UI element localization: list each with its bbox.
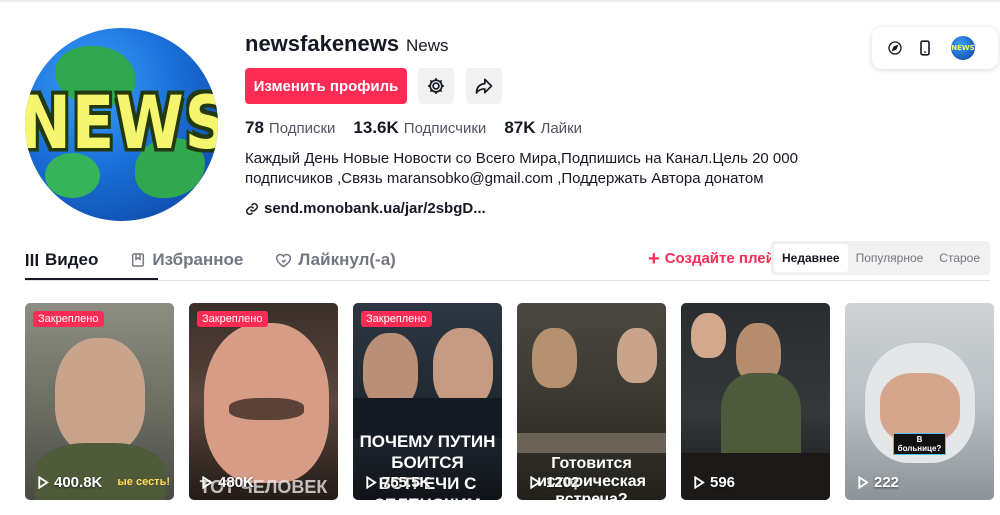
compass-icon xyxy=(888,41,902,55)
view-count-text: 222 xyxy=(874,474,900,491)
view-count-text: 755.5K xyxy=(382,474,431,491)
stat-label: Подписчики xyxy=(403,120,487,137)
sort-recent[interactable]: Недавнее xyxy=(774,244,848,272)
grid-icon xyxy=(26,254,38,266)
view-count-text: 480K xyxy=(218,474,254,491)
profile-menu-button[interactable]: NEWS xyxy=(948,33,978,63)
profile-bio: Каждый День Новые Новости со Всего Мира,… xyxy=(245,149,805,189)
discover-button[interactable] xyxy=(880,33,910,63)
stat-label: Подписки xyxy=(268,120,336,137)
pinned-badge: Закреплено xyxy=(197,311,268,327)
sort-oldest[interactable]: Старое xyxy=(931,244,988,272)
top-divider xyxy=(0,0,1000,2)
video-thumbnail-face xyxy=(691,313,726,358)
video-thumbnail-body xyxy=(721,373,801,463)
play-icon xyxy=(530,476,541,489)
profile-username: newsfakenews xyxy=(245,31,400,56)
bookmark-icon xyxy=(132,253,145,267)
play-icon xyxy=(202,476,213,489)
edit-profile-button[interactable]: Изменить профиль xyxy=(245,68,407,104)
view-count: 755.5K xyxy=(365,474,430,491)
tab-liked[interactable]: Лайкнул(-а) xyxy=(275,244,396,276)
profile-nickname: News xyxy=(406,36,449,55)
play-icon xyxy=(38,476,49,489)
settings-button[interactable] xyxy=(418,68,454,104)
view-count: 400.8K xyxy=(37,474,102,491)
video-thumbnail-face xyxy=(363,333,418,408)
video-card[interactable]: В больнице? 222 xyxy=(845,303,994,500)
pinned-badge: Закреплено xyxy=(33,311,104,327)
video-card[interactable]: 596 xyxy=(681,303,830,500)
play-icon xyxy=(366,476,377,489)
view-count-text: 596 xyxy=(710,474,736,491)
gear-icon xyxy=(428,78,444,94)
device-button[interactable] xyxy=(910,33,940,63)
mini-avatar-text: NEWS xyxy=(951,44,975,52)
bio-line: Каждый День Новые Новости со Всего Мира,… xyxy=(245,150,798,167)
video-grid: Закреплено ые сесть! 400.8K Закреплено Т… xyxy=(25,303,1000,500)
profile-avatar[interactable]: NEWS xyxy=(25,28,218,221)
tab-divider xyxy=(25,280,990,281)
profile-stats: 78 Подписки 13.6K Подписчики 87K Лайки xyxy=(245,118,600,138)
phone-icon xyxy=(920,40,930,56)
video-thumbnail-table xyxy=(517,433,666,453)
video-card[interactable]: Закреплено ТОТ ЧЕЛОВЕК 480K xyxy=(189,303,338,500)
view-count: 1202 xyxy=(529,474,579,491)
video-card[interactable]: Закреплено ые сесть! 400.8K xyxy=(25,303,174,500)
video-thumbnail-mustache xyxy=(229,398,304,420)
video-thumbnail-face xyxy=(617,328,657,383)
stat-followers[interactable]: 13.6K Подписчики xyxy=(353,118,486,138)
stat-number: 87K xyxy=(504,118,536,137)
top-right-actions: NEWS xyxy=(872,27,998,69)
video-thumbnail-body xyxy=(35,443,165,500)
video-card[interactable]: Готовится историческая встреча? 1202 xyxy=(517,303,666,500)
sort-switcher: Недавнее Популярное Старое xyxy=(771,241,990,275)
stat-likes: 87K Лайки xyxy=(504,118,582,138)
stat-label: Лайки xyxy=(540,120,583,137)
tab-label: Видео xyxy=(45,250,99,269)
tab-label: Лайкнул(-а) xyxy=(298,250,396,269)
plus-icon: + xyxy=(648,247,660,270)
view-count-text: 400.8K xyxy=(54,474,103,491)
profile-tabs: Видео Избранное Лайкнул(-а) xyxy=(25,244,428,280)
tab-label: Избранное xyxy=(152,250,244,269)
stat-number: 13.6K xyxy=(353,118,399,137)
view-count-text: 1202 xyxy=(546,474,580,491)
pinned-badge: Закреплено xyxy=(361,311,432,327)
stat-number: 78 xyxy=(245,118,264,137)
video-caption: В больнице? xyxy=(893,433,946,455)
bio-line: подписчиков ,Связь maransobko@gmail.com … xyxy=(245,170,764,187)
link-text: send.monobank.ua/jar/2sbgD... xyxy=(264,200,486,217)
view-count: 480K xyxy=(201,474,254,491)
share-icon xyxy=(475,78,493,94)
view-count: 222 xyxy=(857,474,899,491)
video-thumbnail-face xyxy=(532,328,577,388)
view-count: 596 xyxy=(693,474,735,491)
link-icon xyxy=(246,202,258,215)
play-icon xyxy=(694,476,705,489)
video-thumbnail-face xyxy=(55,338,145,453)
video-thumbnail-face xyxy=(433,328,493,408)
share-button[interactable] xyxy=(466,68,502,104)
avatar-logo-text: NEWS xyxy=(25,79,218,166)
tab-videos[interactable]: Видео xyxy=(25,244,98,276)
stat-following[interactable]: 78 Подписки xyxy=(245,118,335,138)
avatar: NEWS xyxy=(951,36,975,60)
play-icon xyxy=(858,476,869,489)
profile-link[interactable]: send.monobank.ua/jar/2sbgD... xyxy=(245,200,486,217)
tab-favorites[interactable]: Избранное xyxy=(130,244,243,276)
heart-icon xyxy=(276,253,292,268)
video-card[interactable]: Закреплено ПОЧЕМУ ПУТИН БОИТСЯ ВСТРЕЧИ С… xyxy=(353,303,502,500)
sort-popular[interactable]: Популярное xyxy=(848,244,932,272)
